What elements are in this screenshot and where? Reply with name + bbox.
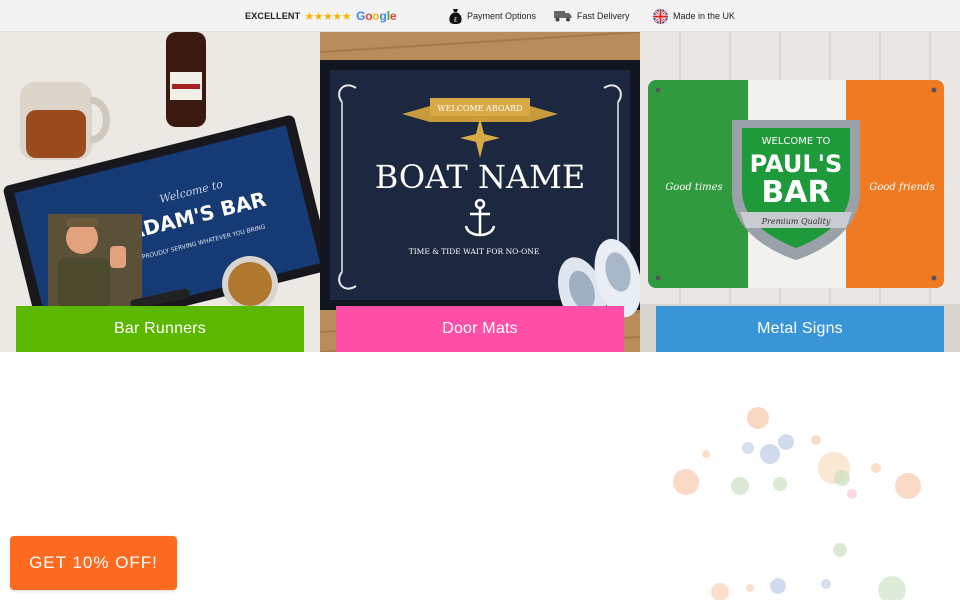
discount-button[interactable]: GET 10% OFF! [10, 536, 177, 590]
delivery-truck-icon [554, 10, 572, 22]
svg-text:£: £ [454, 17, 458, 24]
uk-flag-icon [653, 8, 668, 24]
bar-runner-product-image: Welcome to ADAM'S BAR PROUDLY SERVING WH… [0, 32, 320, 352]
trust-bar: EXCELLENT ★★★★★ Google £ Payment Options… [0, 0, 960, 32]
svg-text:WELCOME ABOARD: WELCOME ABOARD [437, 104, 522, 113]
svg-text:BOAT NAME: BOAT NAME [375, 158, 585, 196]
delivery-label: Fast Delivery [577, 11, 630, 21]
origin-label: Made in the UK [673, 11, 736, 21]
money-bag-icon: £ [449, 8, 462, 24]
rating-stars-icon: ★★★★★ [304, 10, 352, 23]
category-tile-bar-runners[interactable]: Welcome to ADAM'S BAR PROUDLY SERVING WH… [0, 32, 320, 352]
svg-text:BAR: BAR [761, 175, 830, 210]
rating-label: EXCELLENT [245, 11, 301, 21]
tile-label-bar-runners[interactable]: Bar Runners [16, 306, 304, 352]
svg-text:Premium Quality: Premium Quality [761, 217, 831, 226]
payment-label: Payment Options [467, 11, 537, 21]
svg-text:TIME & TIDE WAIT FOR NO-ONE: TIME & TIDE WAIT FOR NO-ONE [409, 247, 540, 256]
made-in-uk[interactable]: Made in the UK [653, 0, 735, 32]
tile-label-door-mats[interactable]: Door Mats [336, 306, 624, 352]
google-logo: Google [356, 9, 397, 23]
google-rating[interactable]: EXCELLENT ★★★★★ Google [245, 0, 397, 32]
payment-options[interactable]: £ Payment Options [449, 0, 536, 32]
tile-label-metal-signs[interactable]: Metal Signs [656, 306, 944, 352]
door-mat-product-image: WELCOME ABOARD BOAT NAME TIME & TIDE WAI… [320, 32, 640, 352]
metal-sign-product-image: WELCOME TO PAUL'S BAR Premium Quality Go… [640, 32, 960, 352]
category-tile-door-mats[interactable]: WELCOME ABOARD BOAT NAME TIME & TIDE WAI… [320, 32, 640, 352]
decorative-bubbles [673, 407, 921, 600]
svg-text:WELCOME TO: WELCOME TO [762, 136, 831, 147]
svg-text:Good times: Good times [665, 182, 722, 193]
svg-text:PAUL'S: PAUL'S [750, 150, 843, 178]
fast-delivery[interactable]: Fast Delivery [554, 0, 630, 32]
svg-text:Good friends: Good friends [869, 182, 934, 193]
category-tile-metal-signs[interactable]: WELCOME TO PAUL'S BAR Premium Quality Go… [640, 32, 960, 352]
